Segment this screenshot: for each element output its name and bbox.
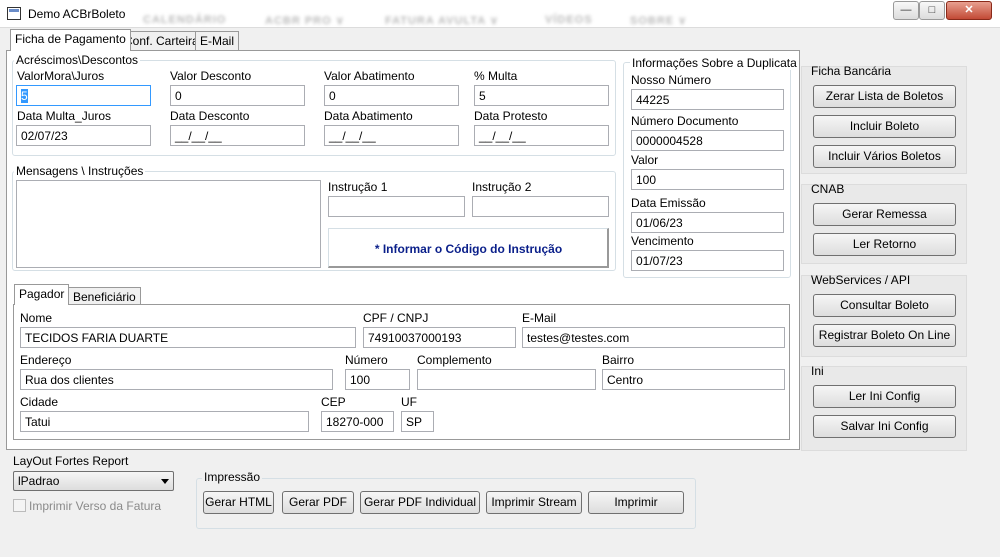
endereco-label: Endereço (20, 353, 72, 367)
gerar-html-button[interactable]: Gerar HTML (203, 491, 274, 514)
email-label: E-Mail (522, 311, 557, 325)
blurred-menu-item: VÍDEOS (545, 14, 593, 26)
incluir-boleto-button[interactable]: Incluir Boleto (813, 115, 956, 138)
data-desconto-input[interactable]: __/__/__ (170, 125, 305, 146)
nome-label: Nome (20, 311, 53, 325)
salvar-ini-button[interactable]: Salvar Ini Config (813, 415, 956, 438)
cep-input[interactable]: 18270-000 (321, 411, 394, 432)
data-multa-label: Data Multa_Juros (17, 109, 112, 123)
valor-input[interactable]: 100 (631, 169, 784, 190)
valor-label: Valor (631, 153, 659, 167)
instrucao1-input[interactable] (328, 196, 465, 217)
data-protesto-input[interactable]: __/__/__ (474, 125, 609, 146)
gerar-pdf-button[interactable]: Gerar PDF (282, 491, 354, 514)
acrescimos-title: Acréscimos\Descontos (14, 53, 141, 67)
chevron-down-icon (161, 479, 169, 484)
vencimento-label: Vencimento (631, 234, 694, 248)
multa-label: % Multa (474, 69, 518, 83)
duplicata-title: Informações Sobre a Duplicata (630, 56, 799, 70)
cnab-title: CNAB (811, 182, 845, 196)
nosso-numero-input[interactable]: 44225 (631, 89, 784, 110)
data-protesto-label: Data Protesto (474, 109, 548, 123)
uf-input[interactable]: SP (401, 411, 434, 432)
cidade-input[interactable]: Tatui (20, 411, 309, 432)
data-desconto-label: Data Desconto (170, 109, 250, 123)
tab-beneficiario[interactable]: Beneficiário (68, 287, 141, 305)
blurred-menu-item: CALENDÁRIO (143, 14, 227, 26)
tab-pagador[interactable]: Pagador (14, 284, 70, 305)
tab-conf-carteira[interactable]: Conf. Carteira (119, 31, 204, 50)
instrucao1-label: Instrução 1 (328, 180, 388, 194)
uf-label: UF (401, 395, 417, 409)
zerar-lista-button[interactable]: Zerar Lista de Boletos (813, 85, 956, 108)
cidade-label: Cidade (20, 395, 59, 409)
cpf-input[interactable]: 74910037000193 (363, 327, 516, 348)
consultar-boleto-button[interactable]: Consultar Boleto (813, 294, 956, 317)
bairro-input[interactable]: Centro (602, 369, 785, 390)
mensagens-textarea[interactable] (16, 180, 321, 268)
mora-juros-input[interactable]: 5 (16, 85, 151, 106)
multa-input[interactable]: 5 (474, 85, 609, 106)
minimize-button[interactable]: — (893, 1, 919, 20)
email-input[interactable]: testes@testes.com (522, 327, 785, 348)
valor-desconto-input[interactable]: 0 (170, 85, 305, 106)
incluir-varios-button[interactable]: Incluir Vários Boletos (813, 145, 956, 168)
imprimir-stream-button[interactable]: Imprimir Stream (486, 491, 582, 514)
instrucao2-input[interactable] (472, 196, 609, 217)
gerar-remessa-button[interactable]: Gerar Remessa (813, 203, 956, 226)
webservices-title: WebServices / API (811, 273, 911, 287)
close-button[interactable]: ✕ (946, 1, 992, 20)
layout-select[interactable]: lPadrao (13, 471, 174, 491)
tab-email[interactable]: E-Mail (195, 31, 240, 50)
instrucao2-label: Instrução 2 (472, 180, 532, 194)
mora-juros-label: ValorMora\Juros (17, 69, 105, 83)
registrar-boleto-button[interactable]: Registrar Boleto On Line (813, 324, 956, 347)
window-title: Demo ACBrBoleto (28, 7, 126, 21)
ini-box (801, 366, 967, 451)
nome-input[interactable]: TECIDOS FARIA DUARTE (20, 327, 356, 348)
mensagens-title: Mensagens \ Instruções (14, 164, 146, 178)
cep-label: CEP (321, 395, 346, 409)
data-emissao-input[interactable]: 01/06/23 (631, 212, 784, 233)
instrucao-note: * Informar o Código do Instrução (374, 242, 563, 256)
numero-documento-label: Número Documento (631, 114, 739, 128)
data-abatimento-label: Data Abatimento (324, 109, 413, 123)
ler-ini-button[interactable]: Ler Ini Config (813, 385, 956, 408)
cpf-label: CPF / CNPJ (363, 311, 429, 325)
data-emissao-label: Data Emissão (631, 196, 706, 210)
imprimir-verso-checkbox[interactable] (13, 499, 26, 512)
vencimento-input[interactable]: 01/07/23 (631, 250, 784, 271)
blurred-menu-item: FATURA AVULTA ∨ (385, 15, 499, 27)
blurred-menu-item: SOBRE ∨ (630, 15, 688, 27)
numero-label: Número (345, 353, 388, 367)
app-icon (7, 7, 21, 20)
complemento-input[interactable] (417, 369, 596, 390)
valor-abatimento-input[interactable]: 0 (324, 85, 459, 106)
maximize-button[interactable]: □ (919, 1, 945, 20)
imprimir-button[interactable]: Imprimir (588, 491, 684, 514)
impressao-title: Impressão (202, 470, 263, 484)
valor-desconto-label: Valor Desconto (170, 69, 252, 83)
numero-documento-input[interactable]: 0000004528 (631, 130, 784, 151)
data-abatimento-input[interactable]: __/__/__ (324, 125, 459, 146)
valor-abatimento-label: Valor Abatimento (324, 69, 415, 83)
nosso-numero-label: Nosso Número (631, 73, 712, 87)
ler-retorno-button[interactable]: Ler Retorno (813, 233, 956, 256)
layout-select-value: lPadrao (18, 474, 60, 488)
data-multa-input[interactable]: 02/07/23 (16, 125, 151, 146)
endereco-input[interactable]: Rua dos clientes (20, 369, 333, 390)
tab-ficha-pagamento[interactable]: Ficha de Pagamento (10, 29, 131, 51)
gerar-pdf-individual-button[interactable]: Gerar PDF Individual (360, 491, 480, 514)
blurred-menu-item: ACBR PRO ∨ (265, 15, 345, 27)
complemento-label: Complemento (417, 353, 492, 367)
ini-title: Ini (811, 364, 824, 378)
numero-input[interactable]: 100 (345, 369, 410, 390)
layout-label: LayOut Fortes Report (13, 454, 129, 468)
bairro-label: Bairro (602, 353, 635, 367)
imprimir-verso-label: Imprimir Verso da Fatura (29, 499, 162, 513)
ficha-bancaria-title: Ficha Bancária (811, 64, 892, 78)
